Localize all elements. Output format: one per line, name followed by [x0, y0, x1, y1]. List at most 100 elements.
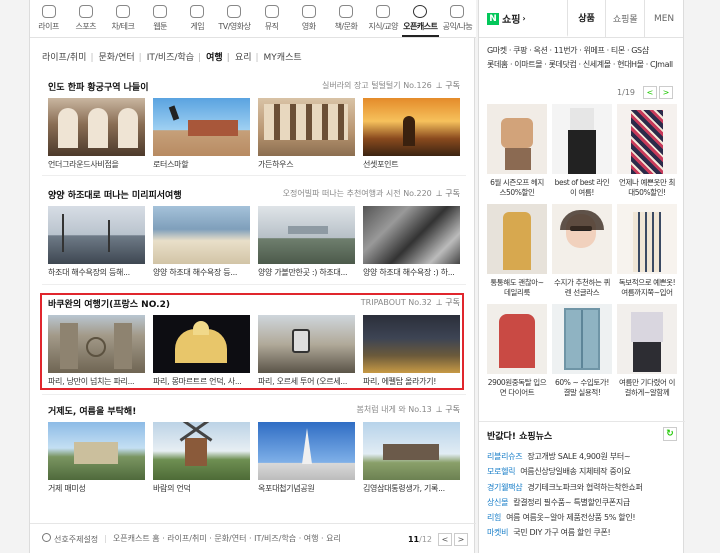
next-page-button[interactable]: > [454, 533, 468, 546]
category-sports[interactable]: 스포츠 [67, 0, 104, 37]
category-game[interactable]: 게임 [179, 0, 216, 37]
thumb-caption[interactable]: 하조대 해수욕장의 등해... [48, 267, 145, 278]
thumb-caption[interactable]: 거제 매미성 [48, 483, 145, 494]
news-source[interactable]: 리블리슈즈 [487, 452, 523, 461]
subtab-item[interactable]: 요리 | [235, 50, 263, 63]
tab-shopping-mall[interactable]: 쇼핑몰 [605, 0, 644, 37]
tab-products[interactable]: 상품 [566, 0, 606, 37]
product-image[interactable] [552, 304, 612, 374]
category-opencast[interactable]: 오픈캐스트 [401, 0, 439, 37]
product-title[interactable]: 60% ~ 수입토가! 결말 실용적! [552, 378, 612, 398]
subscribe-button[interactable]: ⊥ 구독 [436, 405, 460, 414]
thumb-image[interactable] [48, 206, 145, 264]
thumb-image[interactable] [153, 206, 250, 264]
section-source[interactable]: 봄처럼 내게 와 No.13 [357, 405, 432, 414]
product-image[interactable] [552, 104, 612, 174]
product-title[interactable]: 통통해도 괜찮아~ 데일리룩 [487, 278, 547, 298]
category-car[interactable]: 차/테크 [104, 0, 141, 37]
thumb-caption[interactable]: 바람의 언덕 [153, 483, 250, 494]
cast-thumbnail[interactable]: 로터스마할 [153, 98, 250, 170]
product-title[interactable]: 수지가 추천하는 퀴렌 선글라스 [552, 278, 612, 298]
section-source[interactable]: 오정어빌파 떠나는 추천여행과 시전 No.220 [283, 189, 432, 198]
refresh-icon[interactable]: ↻ [663, 427, 677, 441]
category-knowledge[interactable]: 지식/교양 [365, 0, 402, 37]
partner-malls-line2[interactable]: 롯데홈 · 이마트몰 · 롯데닷컴 · 신세계몰 · 현대H몰 · CJmall [487, 58, 675, 72]
cast-thumbnail[interactable]: 거제 매미성 [48, 422, 145, 494]
news-item[interactable]: 모로헬릭 여름신상당일배송 지체테작 중이요 [487, 464, 677, 479]
product-card[interactable]: 독보적으로 예쁜옷! 여름까지쭉~입어 [617, 204, 677, 298]
tab-men[interactable]: MEN [644, 0, 683, 37]
news-text[interactable]: 칼결정리 필수품~ 특별할인쿠폰지급 [513, 498, 630, 507]
cast-thumbnail[interactable]: 가든하우스 [258, 98, 355, 170]
thumb-caption[interactable]: 가든하우스 [258, 159, 355, 170]
thumb-caption[interactable]: 언더그라운드사비접을 [48, 159, 145, 170]
cast-thumbnail[interactable]: 양양 하조대 해수욕장 :) 하... [363, 206, 460, 278]
news-source[interactable]: 리힘 [487, 513, 501, 522]
thumb-caption[interactable]: 옥포대첩기념공원 [258, 483, 355, 494]
news-source[interactable]: 모로헬릭 [487, 467, 516, 476]
thumb-image[interactable] [258, 422, 355, 480]
news-item[interactable]: 경기웰팩샵 경기테크노파크와 협력하는착한쇼퍼 [487, 480, 677, 495]
subtab-item[interactable]: 여행 | [206, 50, 234, 63]
subtab-item[interactable]: IT/비즈/학습 | [147, 50, 205, 63]
news-text[interactable]: 여름신상당일배송 지체테작 중이요 [520, 467, 631, 476]
product-title[interactable]: 2900원중독탈 입으면 다이어트 [487, 378, 547, 398]
thumb-image[interactable] [48, 98, 145, 156]
product-image[interactable] [487, 304, 547, 374]
news-text[interactable]: 여름 여름옷~알아 제품전상품 5% 할인! [506, 513, 636, 522]
product-title[interactable]: 6월 시즌오프 헤지스50%할인 [487, 178, 547, 198]
thumb-image[interactable] [363, 98, 460, 156]
news-source[interactable]: 마켓비 [487, 528, 508, 537]
category-tv[interactable]: TV/영화상 [216, 0, 253, 37]
thumb-image[interactable] [258, 206, 355, 264]
product-card[interactable]: 60% ~ 수입토가! 결말 실용적! [552, 304, 612, 398]
product-card[interactable]: 통통해도 괜찮아~ 데일리룩 [487, 204, 547, 298]
product-card[interactable]: 수지가 추천하는 퀴렌 선글라스 [552, 204, 612, 298]
thumb-caption[interactable]: 양양 하조대 해수욕장 등... [153, 267, 250, 278]
product-image[interactable] [617, 104, 677, 174]
product-card[interactable]: 6월 시즌오프 헤지스50%할인 [487, 104, 547, 198]
breadcrumb[interactable]: 오픈캐스트 홈 · 라이프/취미 · 문화/연터 · IT/비즈/학습 · 여행… [113, 533, 341, 544]
product-title[interactable]: 독보적으로 예쁜옷! 여름까지쭉~입어 [617, 278, 677, 298]
subtab-item[interactable]: 라이프/취미 | [42, 50, 97, 63]
product-title[interactable]: 언제나 예쁜옷만 최대50%할인! [617, 178, 677, 198]
news-text[interactable]: 경기테크노파크와 협력하는착한쇼퍼 [527, 483, 643, 492]
thumb-image[interactable] [153, 98, 250, 156]
category-share[interactable]: 공익/나눔 [439, 0, 476, 37]
news-item[interactable]: 리블리슈즈 장고개방 SALE 4,900원 부터~ [487, 449, 677, 464]
cast-thumbnail[interactable]: 양양 가볼만한곳 :) 하조대... [258, 206, 355, 278]
product-image[interactable] [552, 204, 612, 274]
product-image[interactable] [617, 204, 677, 274]
product-card[interactable]: 2900원중독탈 입으면 다이어트 [487, 304, 547, 398]
product-title[interactable]: 여름만 기다렸어 이걸하게~알함께 [617, 378, 677, 398]
thumb-caption[interactable]: 양양 하조대 해수욕장 :) 하... [363, 267, 460, 278]
section-source[interactable]: 실버라의 장고 털털털기 No.126 [322, 81, 432, 90]
product-image[interactable] [617, 304, 677, 374]
category-music[interactable]: 뮤직 [253, 0, 290, 37]
news-source[interactable]: 상신몰 [487, 498, 508, 507]
news-item[interactable]: 리힘 여름 여름옷~알아 제품전상품 5% 할인! [487, 510, 677, 525]
partner-malls-line1[interactable]: G마켓 · 쿠팡 · 옥션 · 11번가 · 위메프 · 티몬 · GS샵 [487, 44, 675, 58]
cast-thumbnail[interactable]: 언더그라운드사비접을 [48, 98, 145, 170]
news-source[interactable]: 경기웰팩샵 [487, 483, 523, 492]
category-book[interactable]: 책/문화 [327, 0, 364, 37]
cast-thumbnail[interactable]: 양양 하조대 해수욕장 등... [153, 206, 250, 278]
category-movie[interactable]: 영화 [290, 0, 327, 37]
thumb-image[interactable] [363, 206, 460, 264]
cast-thumbnail[interactable]: 바람의 언덕 [153, 422, 250, 494]
section-title[interactable]: 거제도, 여름을 부탁해! [48, 404, 136, 417]
thumb-image[interactable] [48, 422, 145, 480]
product-title[interactable]: best of best 라인이 여름! [552, 178, 612, 198]
thumb-image[interactable] [258, 98, 355, 156]
product-card[interactable]: 언제나 예쁜옷만 최대50%할인! [617, 104, 677, 198]
product-image[interactable] [487, 104, 547, 174]
product-card[interactable]: 여름만 기다렸어 이걸하게~알함께 [617, 304, 677, 398]
thumb-caption[interactable]: 양양 가볼만한곳 :) 하조대... [258, 267, 355, 278]
thumb-caption[interactable]: 선셋포인트 [363, 159, 460, 170]
cast-thumbnail[interactable]: 옥포대첩기념공원 [258, 422, 355, 494]
prev-page-button[interactable]: < [643, 86, 657, 99]
category-webtoon[interactable]: 웹툰 [142, 0, 179, 37]
news-item[interactable]: 마켓비 국민 DIY 가구 여름 할인 쿠폰! [487, 525, 677, 540]
subtab-item[interactable]: 문화/연터 | [98, 50, 145, 63]
thumb-image[interactable] [363, 422, 460, 480]
